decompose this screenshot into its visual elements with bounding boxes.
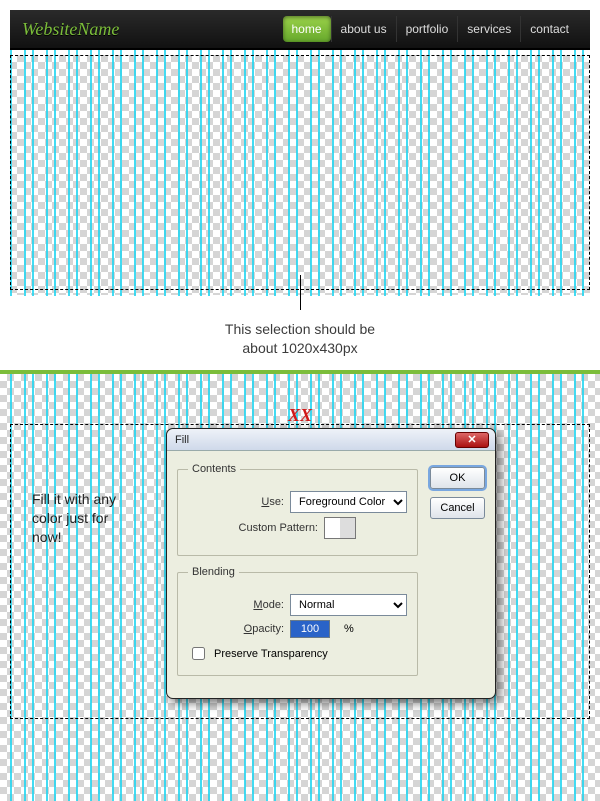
mode-select[interactable]: Normal: [290, 594, 407, 616]
opacity-label: Opacity:: [188, 623, 284, 635]
ok-button[interactable]: OK: [430, 467, 485, 489]
custom-pattern-label: Custom Pattern:: [188, 522, 318, 534]
use-label: UUse:se:: [188, 496, 284, 508]
main-nav: home about us portfolio services contact: [283, 16, 579, 42]
nav-services[interactable]: services: [457, 16, 520, 42]
pattern-swatch[interactable]: [324, 517, 356, 539]
selection-marquee-upper: [10, 55, 590, 290]
dialog-titlebar[interactable]: Fill ✕: [167, 429, 495, 451]
nav-about[interactable]: about us: [331, 16, 396, 42]
close-button[interactable]: ✕: [455, 432, 489, 448]
nav-contact[interactable]: contact: [520, 16, 578, 42]
fill-dialog: Fill ✕ Contents UUse:se: Foreground Colo…: [166, 428, 496, 699]
cancel-button[interactable]: Cancel: [430, 497, 485, 519]
contents-legend: Contents: [188, 463, 240, 475]
close-icon: ✕: [467, 433, 476, 446]
use-select[interactable]: Foreground Color: [290, 491, 407, 513]
website-header: WebsiteName home about us portfolio serv…: [10, 10, 590, 50]
dialog-title: Fill: [175, 434, 189, 446]
site-logo: WebsiteName: [22, 19, 119, 40]
xx-marker: XX: [0, 405, 600, 426]
contents-group: Contents UUse:se: Foreground Color Custo…: [177, 463, 418, 556]
selection-size-note: This selection should be about 1020x430p…: [0, 320, 600, 358]
opacity-input[interactable]: [290, 620, 330, 638]
nav-portfolio[interactable]: portfolio: [396, 16, 458, 42]
text-cursor-icon: [300, 275, 301, 310]
fill-instruction-note: Fill it with any color just for now!: [32, 490, 152, 547]
blending-legend: Blending: [188, 566, 239, 578]
blending-group: Blending Mode: Normal Mode: Opacity: % O…: [177, 566, 418, 676]
preserve-transparency-label: Preserve Transparency: [214, 648, 328, 660]
mode-label: Mode:: [188, 599, 284, 611]
nav-home[interactable]: home: [283, 16, 331, 42]
percent-sign: %: [344, 623, 354, 635]
preserve-transparency-checkbox[interactable]: [192, 647, 205, 660]
